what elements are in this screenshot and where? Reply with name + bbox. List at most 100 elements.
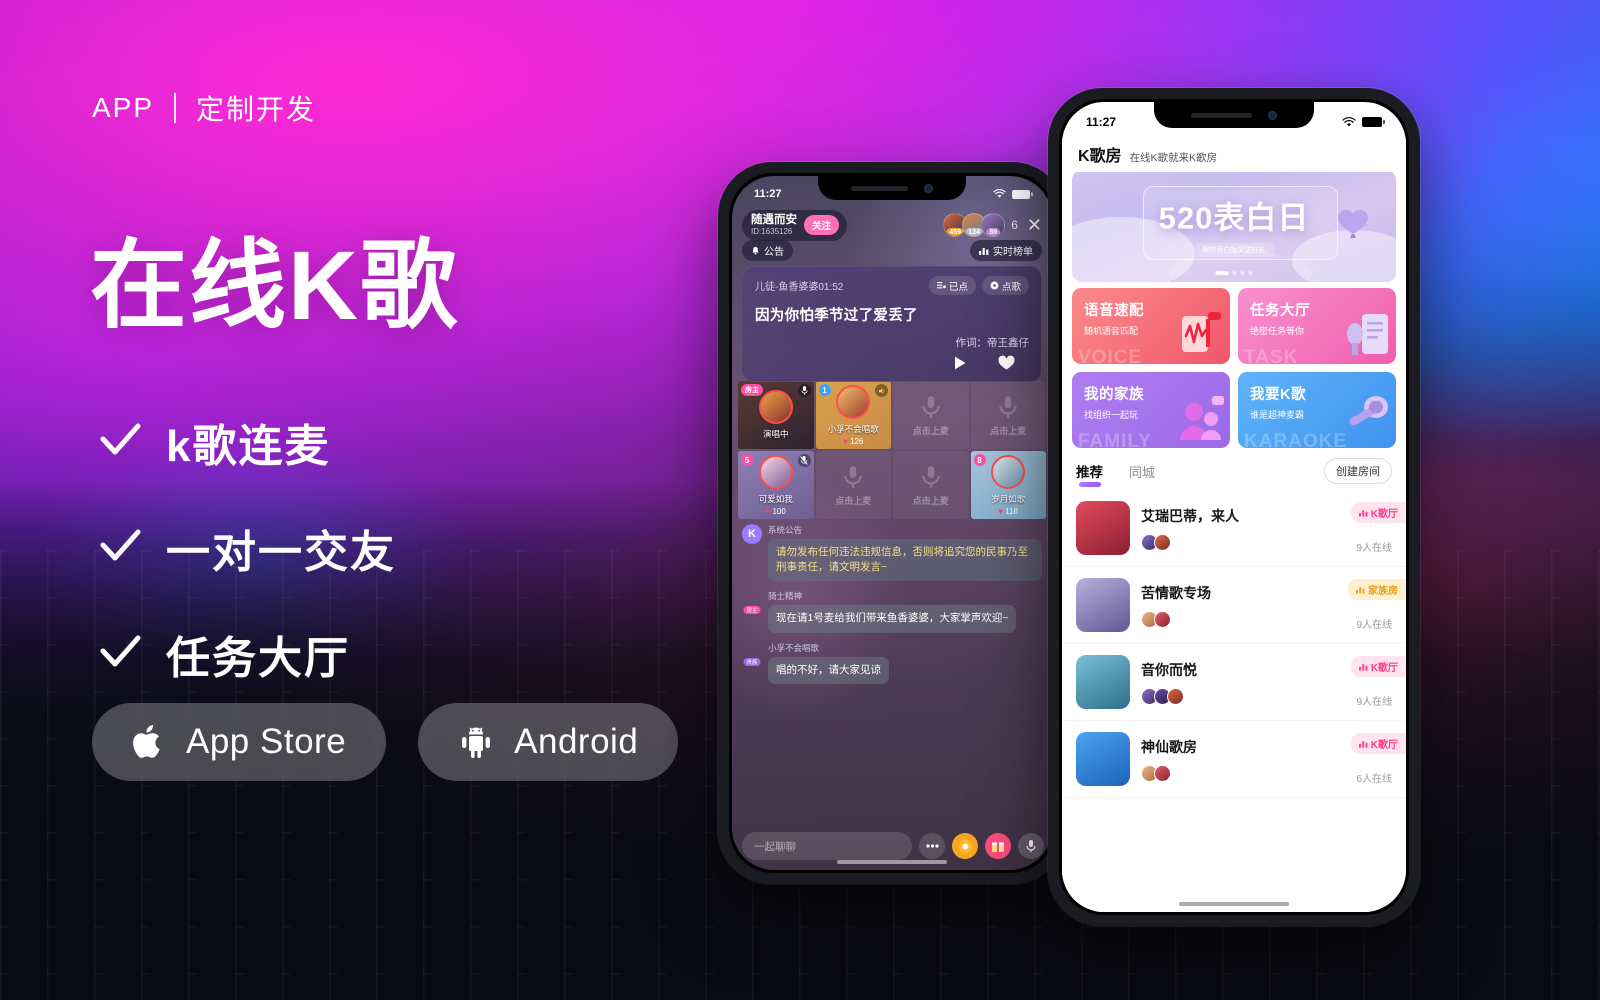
mic-seat[interactable]: 房主 演唱中: [738, 381, 814, 449]
avatar[interactable]: 89: [981, 213, 1006, 238]
banner-suffix: 表白日: [1213, 200, 1310, 236]
rank-badge: 459: [946, 228, 965, 237]
seat-empty-label: 点击上麦: [990, 425, 1027, 436]
kicker-app-label: APP: [92, 92, 155, 123]
mic-icon[interactable]: [1018, 833, 1044, 859]
seat-number: 8: [973, 454, 986, 466]
seat-likes: ♥ 118: [998, 507, 1018, 516]
mic-seat-empty[interactable]: 点击上麦: [815, 451, 891, 519]
close-icon[interactable]: ✕: [1027, 216, 1042, 234]
feature-label: k歌连麦: [166, 422, 331, 471]
avatar[interactable]: 房主: [742, 590, 762, 615]
room-list-item[interactable]: 艾瑞巴蒂，来人 K歌厅 9人在线: [1062, 490, 1406, 567]
mic-seat[interactable]: 5 可爱如我 ♥ 100: [738, 451, 814, 519]
phone-mockup-hall: 11:27 K歌房 在线K歌就来K歌房 520表白日 限时表白抽奖送好礼 语音速…: [1048, 88, 1420, 926]
chat-message: 房主 骑士精神 现在请1号麦给我们带来鱼香婆婆，大家掌声欢迎~: [742, 590, 1042, 633]
android-button[interactable]: Android: [418, 703, 679, 781]
front-camera: [1267, 110, 1277, 120]
battery-icon: [1362, 117, 1382, 127]
download-buttons: App Store Android: [92, 703, 679, 781]
app-store-button[interactable]: App Store: [92, 703, 387, 781]
gift-icon[interactable]: [985, 833, 1011, 859]
phone-mockup-room: 11:27 随遇而安 ID:1635126 关注 459 124 89 6 ✕ …: [718, 162, 1066, 884]
chat-message: 贵族 小孚不会唱歌 唱的不好，请大家见谅: [742, 642, 1042, 684]
mic-seat[interactable]: 1 小孚不会唱歌 ♥ 126: [815, 381, 891, 449]
rank-badge: 89: [986, 228, 1001, 237]
seat-name: 岁月如歌: [991, 493, 1026, 504]
room-owner-chip[interactable]: 随遇而安 ID:1635126 关注: [742, 210, 848, 241]
create-room-button[interactable]: 创建房间: [1324, 458, 1392, 484]
tab-recommend[interactable]: 推荐: [1076, 461, 1103, 481]
kicker: APP 定制开发: [92, 88, 316, 128]
mic-seat-empty[interactable]: 点击上麦: [970, 381, 1046, 449]
room-list-item[interactable]: 苦情歌专场 家族房 9人在线: [1062, 567, 1406, 644]
room-member-avatars: [1141, 610, 1337, 628]
chat-message: K 系统公告 请勿发布任何违法违规信息，否则将追究您的民事乃至刑事责任，请文明发…: [742, 524, 1042, 582]
heart-icon[interactable]: [998, 355, 1015, 371]
entry-card-voice[interactable]: 语音速配 随机语音匹配 VOICE: [1072, 288, 1230, 364]
chat-input[interactable]: 一起聊聊: [742, 832, 912, 860]
system-avatar: K: [742, 524, 762, 544]
banner-dot[interactable]: [1215, 271, 1229, 275]
feature-item: 一对一交友: [98, 516, 396, 580]
tab-nearby[interactable]: 同城: [1129, 462, 1155, 481]
badge-label: 家族房: [1368, 586, 1398, 597]
promo-banner[interactable]: 520表白日 限时表白抽奖送好礼: [1072, 170, 1396, 282]
realtime-rank-label: 实时榜单: [993, 247, 1033, 258]
mic-seat[interactable]: 8 岁月如歌 ♥ 118: [970, 451, 1046, 519]
play-icon[interactable]: [952, 355, 968, 371]
room-list-item[interactable]: 神仙歌房 K歌厅 6人在线: [1062, 721, 1406, 798]
feature-label: 一对一交友: [166, 528, 396, 577]
bar-chart-icon: [1358, 664, 1368, 671]
android-icon: [458, 722, 494, 762]
rank-badge: 124: [965, 228, 984, 237]
entry-card-task[interactable]: 任务大厅 绝密任务等你 TASK: [1238, 288, 1396, 364]
room-list-item[interactable]: 音你而悦 K歌厅 9人在线: [1062, 644, 1406, 721]
status-time: 11:27: [754, 188, 782, 200]
seat-like-count: 118: [1005, 506, 1018, 516]
avatar[interactable]: 贵族: [742, 642, 762, 666]
page-title: K歌房: [1078, 148, 1122, 165]
entry-card-family[interactable]: 我的家族 找组织一起玩 FAMILY: [1072, 372, 1230, 448]
entry-card-ghost-text: TASK: [1244, 347, 1299, 364]
follow-button[interactable]: 关注: [804, 215, 840, 236]
status-badge: 家族房: [1348, 579, 1406, 600]
seat-empty-label: 点击上麦: [912, 495, 949, 506]
realtime-rank-button[interactable]: 实时榜单: [970, 240, 1042, 261]
chat-sender: 系统公告: [768, 525, 803, 535]
feature-label: 任务大厅: [166, 634, 350, 683]
entry-card-ghost-text: FAMILY: [1078, 431, 1152, 448]
bar-chart-icon: [1358, 510, 1368, 517]
chat-text: 唱的不好，请大家见谅: [768, 656, 889, 684]
avatar: [758, 454, 793, 489]
room-screen: 11:27 随遇而安 ID:1635126 关注 459 124 89 6 ✕ …: [732, 176, 1052, 870]
seat-like-count: 126: [849, 436, 864, 446]
heart-balloon-icon: [1336, 208, 1370, 242]
viewer-list[interactable]: 459 124 89 6 ✕: [943, 213, 1042, 238]
online-count: 6人在线: [1356, 774, 1392, 785]
chat-text: 请勿发布任何违法违规信息，否则将追究您的民事乃至刑事责任，请文明发言~: [768, 539, 1042, 582]
more-icon[interactable]: [919, 833, 945, 859]
announcement-button[interactable]: 公告: [742, 240, 793, 261]
mic-seat-empty[interactable]: 点击上麦: [893, 451, 969, 519]
seat-empty-label: 点击上麦: [912, 425, 949, 436]
hall-tabs: 推荐 同城 创建房间: [1062, 454, 1406, 488]
banner-dot[interactable]: [1240, 271, 1245, 275]
entry-card-title: 语音速配: [1084, 303, 1144, 319]
banner-dot[interactable]: [1232, 271, 1237, 275]
banner-dots[interactable]: [1215, 271, 1253, 275]
entry-card-karaoke[interactable]: 我要K歌 谁是超神麦霸 KARAOKE: [1238, 372, 1396, 448]
bar-chart-icon: [1358, 741, 1368, 748]
mic-seat-empty[interactable]: 点击上麦: [893, 381, 969, 449]
banner-dot[interactable]: [1248, 271, 1253, 275]
room-list[interactable]: 艾瑞巴蒂，来人 K歌厅 9人在线 苦情歌专场 家族房 9人在线 音你而悦 K歌厅…: [1062, 490, 1406, 912]
order-song-button[interactable]: 点歌: [981, 276, 1029, 295]
queued-songs-button[interactable]: 已点: [928, 276, 976, 295]
entry-card-sub: 谁是超神麦霸: [1250, 410, 1305, 420]
room-thumbnail: [1076, 501, 1130, 555]
emoji-icon[interactable]: [952, 833, 978, 859]
page-title: 在线K歌: [90, 231, 460, 340]
chat-list[interactable]: K 系统公告 请勿发布任何违法违规信息，否则将追究您的民事乃至刑事责任，请文明发…: [742, 524, 1042, 693]
notice-row: 公告 实时榜单: [742, 240, 1042, 261]
mic-off-icon: [797, 454, 811, 467]
